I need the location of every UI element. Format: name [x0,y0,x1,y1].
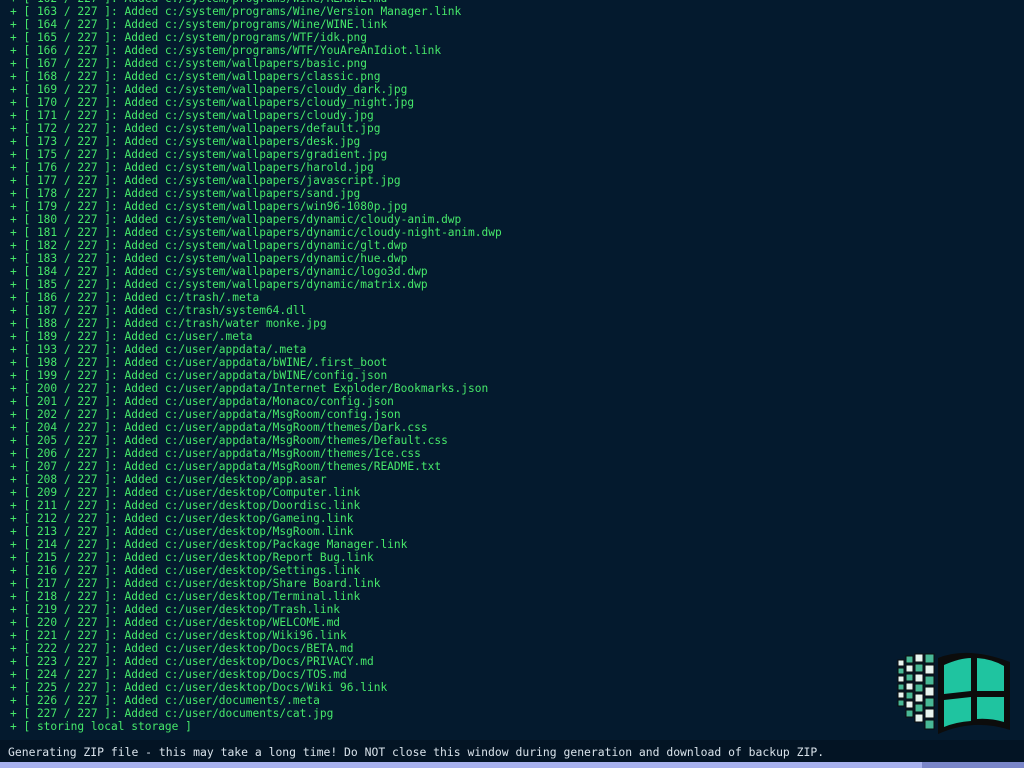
log-line: + [ 181 / 227 ]: Added c:/system/wallpap… [10,226,502,239]
logo-tail-square [897,691,905,699]
logo-tail-square [905,709,914,718]
log-line: + [ 223 / 227 ]: Added c:/user/desktop/D… [10,655,374,668]
log-line: + [ 224 / 227 ]: Added c:/user/desktop/D… [10,668,347,681]
log-line: + [ 216 / 227 ]: Added c:/user/desktop/S… [10,564,361,577]
log-line: + [ 166 / 227 ]: Added c:/system/program… [10,44,442,57]
log-line: + [ 209 / 227 ]: Added c:/user/desktop/C… [10,486,361,499]
log-line: + [ 179 / 227 ]: Added c:/system/wallpap… [10,200,408,213]
logo-tail-square [924,686,935,697]
logo-tail-square [905,700,914,709]
log-line: + [ 172 / 227 ]: Added c:/system/wallpap… [10,122,381,135]
log-line: + [ 186 / 227 ]: Added c:/trash/.meta [10,291,260,304]
log-line: + [ 163 / 227 ]: Added c:/system/program… [10,5,462,18]
logo-tail-square [914,683,924,693]
logo-tail-square [914,713,924,723]
status-message: Generating ZIP file - this may take a lo… [8,745,825,759]
logo-tail-square [914,653,924,663]
logo-tail-square [897,667,905,675]
log-line: + [ 189 / 227 ]: Added c:/user/.meta [10,330,253,343]
log-line: + [ 219 / 227 ]: Added c:/user/desktop/T… [10,603,341,616]
log-line: + [ 218 / 227 ]: Added c:/user/desktop/T… [10,590,361,603]
logo-tail-square [905,655,914,664]
log-line: + [ 201 / 227 ]: Added c:/user/appdata/M… [10,395,394,408]
log-line: + [ 164 / 227 ]: Added c:/system/program… [10,18,388,31]
log-line: + [ 225 / 227 ]: Added c:/user/desktop/D… [10,681,388,694]
log-line: + [ 165 / 227 ]: Added c:/system/program… [10,31,367,44]
log-line: + [ 193 / 227 ]: Added c:/user/appdata/.… [10,343,307,356]
logo-tail-square [924,697,935,708]
log-line: + [ 211 / 227 ]: Added c:/user/desktop/D… [10,499,361,512]
log-line: + [ 176 / 227 ]: Added c:/system/wallpap… [10,161,374,174]
log-line: + [ 169 / 227 ]: Added c:/system/wallpap… [10,83,408,96]
log-line: + [ 185 / 227 ]: Added c:/system/wallpap… [10,278,428,291]
log-line: + [ 170 / 227 ]: Added c:/system/wallpap… [10,96,415,109]
log-line: + [ 188 / 227 ]: Added c:/trash/water mo… [10,317,327,330]
progress-bar [0,762,1024,768]
log-line: + [ 222 / 227 ]: Added c:/user/desktop/D… [10,642,354,655]
log-line: + [ 168 / 227 ]: Added c:/system/wallpap… [10,70,381,83]
logo-tail-square [924,653,935,664]
log-line: + [ 175 / 227 ]: Added c:/system/wallpap… [10,148,388,161]
log-line: + [ 180 / 227 ]: Added c:/system/wallpap… [10,213,462,226]
log-line: + [ 227 / 227 ]: Added c:/user/documents… [10,707,334,720]
log-line: + [ 177 / 227 ]: Added c:/system/wallpap… [10,174,401,187]
log-line: + [ 184 / 227 ]: Added c:/system/wallpap… [10,265,428,278]
logo-tail-square [914,693,924,703]
log-line: + [ 220 / 227 ]: Added c:/user/desktop/W… [10,616,341,629]
log-line: + [ 204 / 227 ]: Added c:/user/appdata/M… [10,421,428,434]
progress-bar-fill [0,762,922,768]
log-line: + [ 212 / 227 ]: Added c:/user/desktop/G… [10,512,354,525]
log-line-final: + [ storing local storage ] [10,720,192,733]
logo-tail-square [924,675,935,686]
status-bar: Generating ZIP file - this may take a lo… [0,740,1024,768]
log-line: + [ 213 / 227 ]: Added c:/user/desktop/M… [10,525,354,538]
log-line: + [ 215 / 227 ]: Added c:/user/desktop/R… [10,551,374,564]
logo-tail-square [897,659,905,667]
logo-tail-square [897,675,905,683]
log-line: + [ 205 / 227 ]: Added c:/user/appdata/M… [10,434,448,447]
log-line: + [ 207 / 227 ]: Added c:/user/appdata/M… [10,460,442,473]
logo-tail-square [924,664,935,675]
logo-tail-square [924,719,935,730]
logo-waving-tail [897,653,935,730]
log-line: + [ 199 / 227 ]: Added c:/user/appdata/b… [10,369,388,382]
log-line: + [ 183 / 227 ]: Added c:/system/wallpap… [10,252,408,265]
log-line: + [ 200 / 227 ]: Added c:/user/appdata/I… [10,382,489,395]
log-line: + [ 167 / 227 ]: Added c:/system/wallpap… [10,57,367,70]
logo-tail-square [914,663,924,673]
logo-window-panes [938,652,1010,734]
log-line: + [ 178 / 227 ]: Added c:/system/wallpap… [10,187,361,200]
log-line: + [ 198 / 227 ]: Added c:/user/appdata/b… [10,356,388,369]
logo-tail-square [905,691,914,700]
logo-tail-square [897,699,905,707]
log-line: + [ 226 / 227 ]: Added c:/user/documents… [10,694,320,707]
log-line: + [ 221 / 227 ]: Added c:/user/desktop/W… [10,629,347,642]
logo-pane [944,658,971,694]
log-line: + [ 208 / 227 ]: Added c:/user/desktop/a… [10,473,327,486]
windows96-logo-icon [897,652,1010,734]
terminal-screen: + [ 162 / 227 ]: Added c:/system/program… [0,0,1024,768]
logo-tail-square [905,673,914,682]
log-line: + [ 217 / 227 ]: Added c:/user/desktop/S… [10,577,381,590]
log-line: + [ 187 / 227 ]: Added c:/trash/system64… [10,304,307,317]
logo-pane [977,697,1004,722]
log-line: + [ 182 / 227 ]: Added c:/system/wallpap… [10,239,408,252]
logo-tail-square [914,673,924,683]
logo-tail-square [905,664,914,673]
log-line: + [ 171 / 227 ]: Added c:/system/wallpap… [10,109,374,122]
logo-tail-square [897,683,905,691]
log-line: + [ 202 / 227 ]: Added c:/user/appdata/M… [10,408,401,421]
log-line: + [ 206 / 227 ]: Added c:/user/appdata/M… [10,447,421,460]
logo-tail-square [914,703,924,713]
log-line: + [ 214 / 227 ]: Added c:/user/desktop/P… [10,538,408,551]
backup-log: + [ 162 / 227 ]: Added c:/system/program… [0,0,1024,733]
logo-tail-square [924,708,935,719]
log-line: + [ 173 / 227 ]: Added c:/system/wallpap… [10,135,361,148]
logo-tail-square [905,682,914,691]
